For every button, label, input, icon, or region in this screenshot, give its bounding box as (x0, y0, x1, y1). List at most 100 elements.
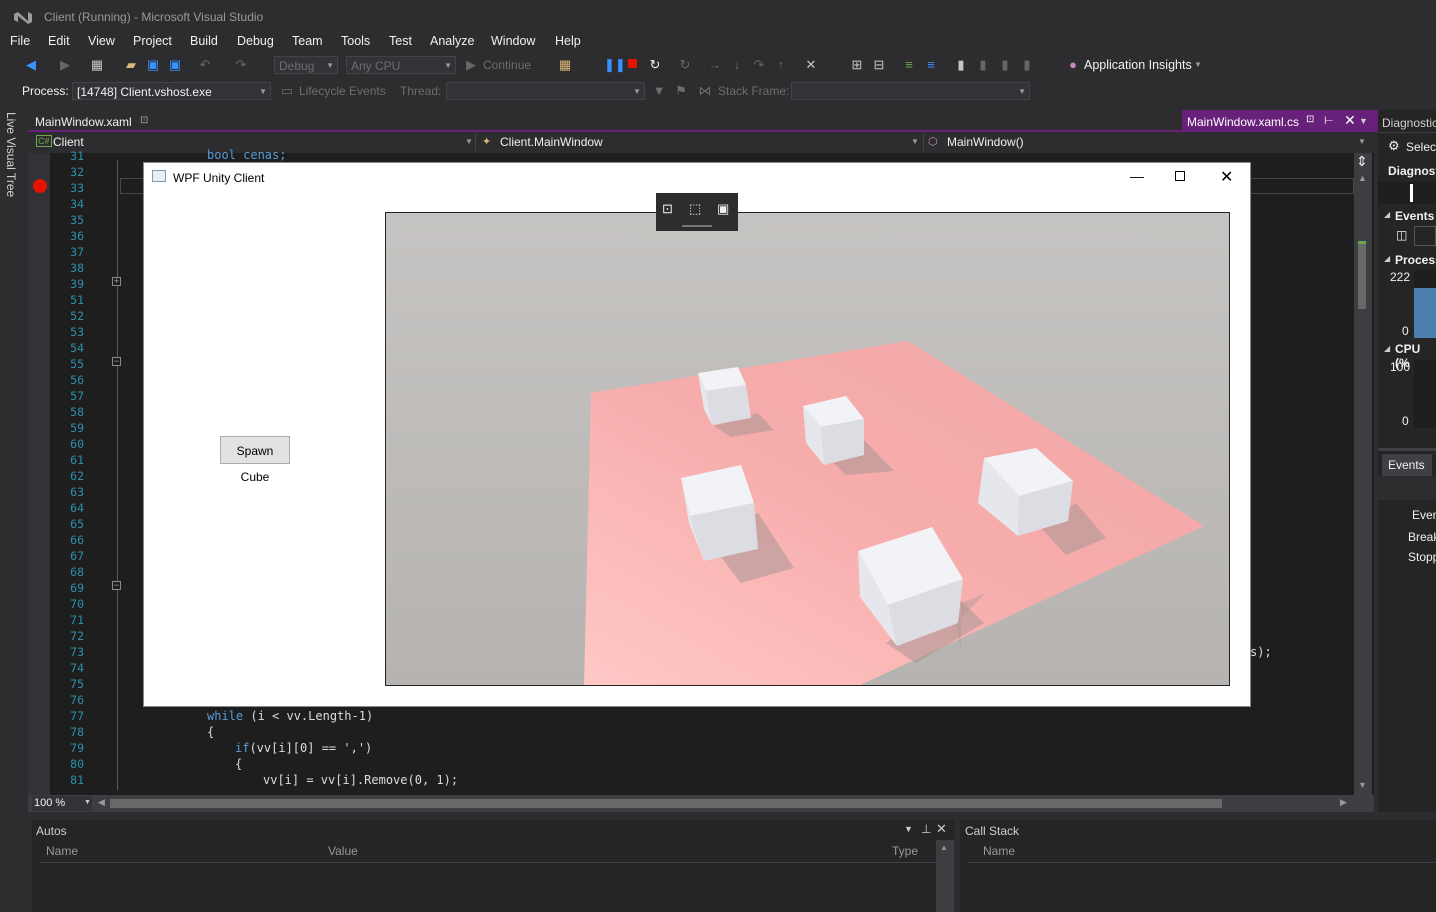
restart-icon[interactable]: ↻ (648, 58, 662, 72)
unity-viewport[interactable] (385, 212, 1230, 686)
scroll-thumb[interactable] (1358, 243, 1366, 309)
menu-window[interactable]: Window (491, 34, 535, 48)
collapse-icon[interactable]: ◢ (1384, 254, 1390, 263)
code-line-81[interactable]: vv[i] = vv[i].Remove(0, 1); (263, 773, 458, 787)
column-name[interactable]: Name (46, 844, 78, 858)
collapse-outline-icon[interactable]: − (112, 357, 121, 366)
redo-icon[interactable]: ↷ (234, 58, 248, 72)
refresh-icon[interactable]: ↻ (678, 58, 692, 72)
expand-outline-icon[interactable]: + (112, 277, 121, 286)
hot-path-icon[interactable]: ✕ (804, 58, 818, 72)
menu-file[interactable]: File (10, 34, 30, 48)
menu-project[interactable]: Project (133, 34, 172, 48)
menu-test[interactable]: Test (389, 34, 412, 48)
code-line-80[interactable]: { (235, 757, 242, 771)
code-line-78[interactable]: { (207, 725, 214, 739)
attach-icon[interactable]: ▦ (558, 58, 572, 72)
outdent-icon[interactable]: ≡ (924, 58, 938, 72)
thread-dropdown[interactable]: ▼ (446, 82, 645, 100)
close-icon[interactable]: ✕ (936, 821, 947, 837)
show-next-statement-icon[interactable]: → (708, 58, 722, 72)
pause-events-icon[interactable]: ◫ (1396, 228, 1407, 242)
menu-view[interactable]: View (88, 34, 115, 48)
type-dropdown[interactable]: ✦ Client.MainWindow ▼ (480, 133, 924, 151)
close-icon[interactable]: ✕ (1344, 112, 1356, 129)
zoom-dropdown[interactable]: 100 % ▼ (32, 796, 92, 811)
menu-edit[interactable]: Edit (48, 34, 70, 48)
timeline-ruler[interactable] (1378, 182, 1436, 204)
scroll-down-icon[interactable]: ▼ (1358, 780, 1367, 790)
stack-icon[interactable]: ⊟ (872, 58, 886, 72)
display-layout-adorners-icon[interactable]: ▣ (717, 201, 729, 217)
prev-bookmark-icon[interactable]: ▮ (976, 58, 990, 72)
breakpoint-gutter[interactable] (28, 153, 50, 795)
scroll-left-icon[interactable]: ◀ (98, 797, 105, 808)
menu-tools[interactable]: Tools (341, 34, 370, 48)
menu-help[interactable]: Help (555, 34, 581, 48)
code-line-77[interactable]: while (i < vv.Length-1) (207, 709, 373, 723)
lifecycle-events-button[interactable]: Lifecycle Events (299, 84, 386, 98)
platform-dropdown[interactable]: Any CPU ▼ (346, 56, 456, 74)
code-line-31[interactable]: bool cenas; (207, 148, 286, 162)
live-visual-tree-tab[interactable]: Live Visual Tree (4, 112, 18, 197)
pin-icon[interactable]: ⊥ (921, 822, 931, 836)
indent-icon[interactable]: ≡ (902, 58, 916, 72)
save-icon[interactable]: ▣ (146, 58, 160, 72)
menu-team[interactable]: Team (292, 34, 323, 48)
save-all-icon[interactable]: ▣ (168, 58, 182, 72)
flag-icon[interactable]: ⚑ (674, 84, 688, 98)
step-over-icon[interactable]: ↷ (752, 58, 766, 72)
tab-mainwindow-xaml-cs[interactable]: MainWindow.xaml.cs ⊡ ⊢ ✕ (1182, 110, 1386, 132)
menu-analyze[interactable]: Analyze (430, 34, 474, 48)
continue-button[interactable]: Continue (483, 58, 531, 72)
menu-debug[interactable]: Debug (237, 34, 274, 48)
config-dropdown[interactable]: Debug ▼ (274, 56, 338, 74)
chevron-down-icon[interactable]: ▼ (904, 824, 913, 834)
filter-icon[interactable]: ▼ (652, 84, 666, 98)
split-icon[interactable]: ⇕ (1356, 153, 1368, 170)
column-value[interactable]: Value (328, 844, 358, 858)
pause-icon[interactable]: ❚❚ (604, 58, 626, 72)
events-tab[interactable]: Events (1382, 454, 1432, 476)
go-to-live-visual-tree-icon[interactable]: ⊡ (662, 201, 673, 217)
clear-bookmarks-icon[interactable]: ▮ (1020, 58, 1034, 72)
stop-icon[interactable] (628, 59, 637, 68)
column-type[interactable]: Type (892, 844, 918, 858)
event-row-stop[interactable]: Stopp (1408, 550, 1436, 564)
autos-scrollbar[interactable]: ▲ (936, 840, 954, 912)
process-dropdown[interactable]: [14748] Client.vshost.exe ▼ (72, 82, 271, 100)
undo-icon[interactable]: ↶ (198, 58, 212, 72)
code-line-79[interactable]: if(vv[i][0] == ',') (235, 741, 372, 755)
collapse-icon[interactable]: ◢ (1384, 210, 1390, 219)
step-into-icon[interactable]: ↓ (730, 58, 744, 72)
breakpoint-icon[interactable] (33, 179, 47, 193)
scroll-up-icon[interactable]: ▲ (1358, 173, 1367, 183)
gear-icon[interactable]: ⚙ (1388, 138, 1400, 154)
chevron-down-icon[interactable]: ▼ (1359, 116, 1368, 126)
pin-icon[interactable]: ⊢ (1324, 114, 1334, 127)
select-tools-button[interactable]: Select (1406, 140, 1436, 154)
select-element-icon[interactable]: ⬚ (689, 201, 701, 217)
continue-icon[interactable]: ▶ (464, 58, 478, 72)
column-name[interactable]: Name (983, 844, 1015, 858)
horizontal-scroll-thumb[interactable] (110, 799, 1222, 808)
new-project-icon[interactable]: ▦ (90, 58, 104, 72)
maximize-icon[interactable] (1175, 171, 1185, 181)
collapse-icon[interactable]: ◢ (1384, 344, 1390, 353)
forward-icon[interactable]: ▶ (58, 58, 72, 72)
bookmark-icon[interactable]: ▮ (954, 58, 968, 72)
vertical-scrollbar[interactable]: ⇕ ▲ ▼ (1354, 153, 1372, 795)
tab-mainwindow-xaml[interactable]: MainWindow.xaml (35, 115, 132, 129)
member-dropdown[interactable]: ⬡ MainWindow() ▼ (928, 133, 1368, 151)
open-folder-icon[interactable]: ▰ (124, 58, 138, 72)
stack-frame-dropdown[interactable]: ▼ (791, 82, 1030, 100)
scroll-up-icon[interactable]: ▲ (940, 843, 948, 852)
application-insights-button[interactable]: Application Insights (1084, 58, 1192, 72)
event-row-break[interactable]: Break (1408, 530, 1436, 544)
code-line-73-tail[interactable]: s); (1250, 645, 1272, 659)
minimize-icon[interactable]: — (1130, 168, 1144, 184)
collapse-handle[interactable] (682, 225, 712, 227)
back-icon[interactable]: ◀ (24, 58, 38, 72)
spawn-cube-button[interactable]: Spawn Cube (220, 436, 290, 484)
diagnostic-tab[interactable]: Diagnostic (1382, 116, 1436, 130)
